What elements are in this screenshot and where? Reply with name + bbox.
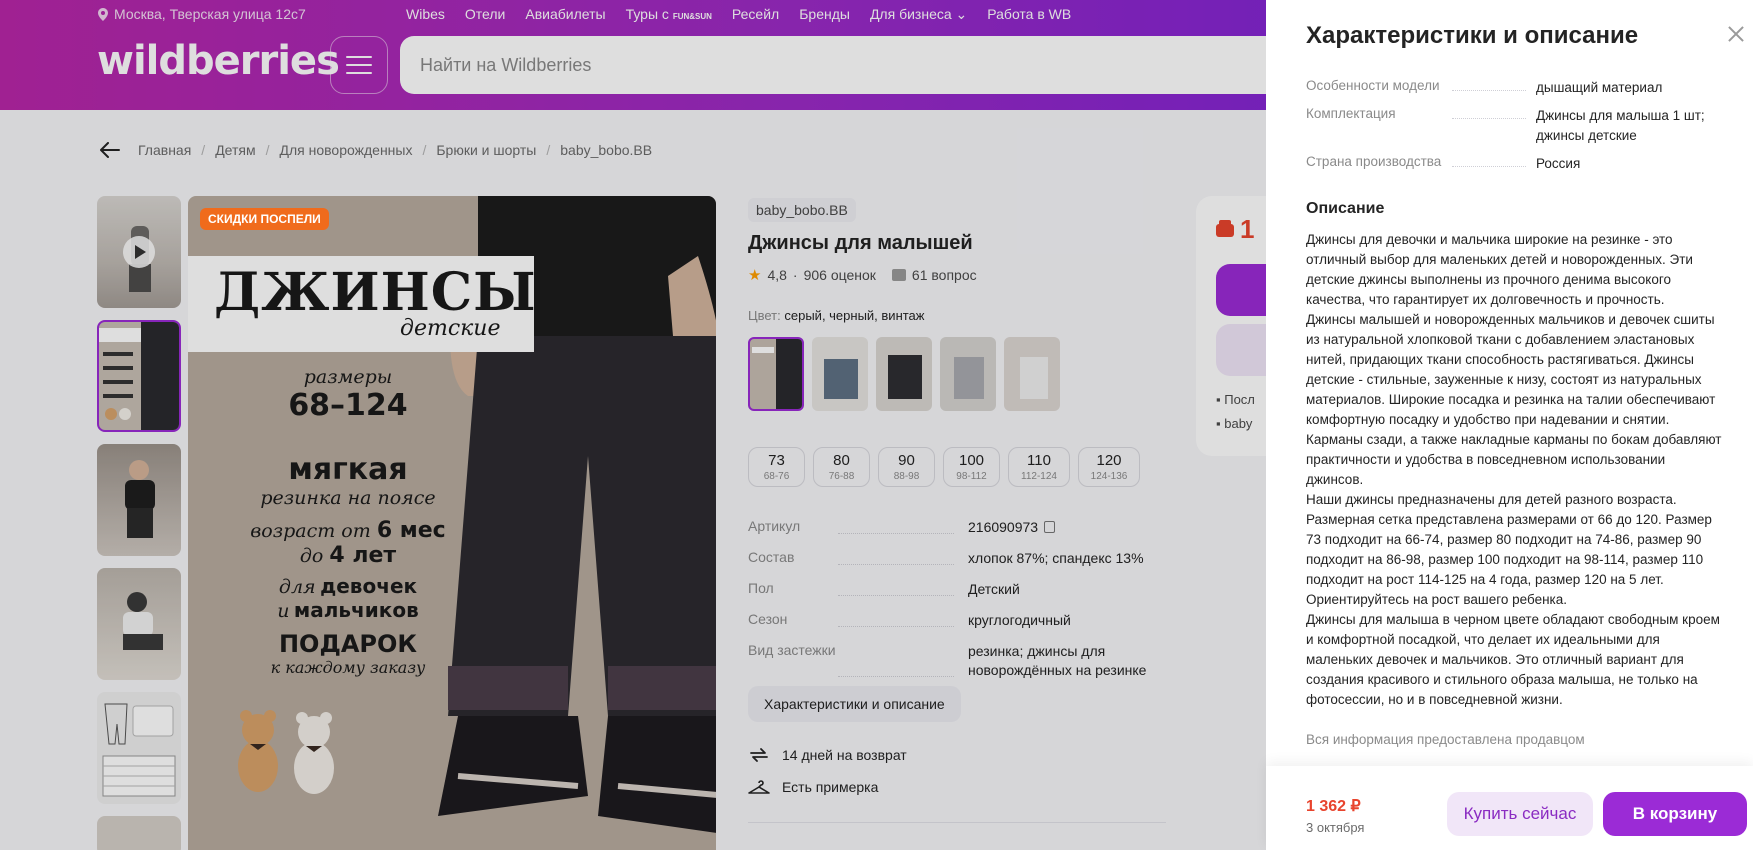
panel-spec-value: Россия: [1536, 156, 1581, 171]
footer-delivery-date: 3 октября: [1306, 820, 1365, 835]
panel-title: Характеристики и описание: [1306, 22, 1639, 49]
seller-note: Вся информация предоставлена продавцом: [1306, 732, 1585, 747]
panel-spec-key: Страна производства: [1306, 154, 1536, 174]
panel-spec-row: Особенности модели дышащий материал: [1306, 78, 1726, 98]
panel-spec-key: Особенности модели: [1306, 78, 1536, 98]
description-heading: Описание: [1306, 200, 1385, 217]
characteristics-panel: Характеристики и описание Особенности мо…: [1266, 0, 1753, 850]
close-icon[interactable]: [1728, 26, 1744, 42]
panel-spec-row: Страна производства Россия: [1306, 154, 1726, 174]
panel-spec-row: Комплектация Джинсы для малыша 1 шт; джин…: [1306, 106, 1726, 146]
panel-spec-value: дышащий материал: [1536, 80, 1663, 95]
description-text: Джинсы для девочки и мальчика широкие на…: [1306, 232, 1722, 707]
sale-badge: СКИДКИ ПОСПЕЛИ: [200, 208, 329, 230]
footer-price: 1 362 ₽: [1306, 798, 1361, 815]
buy-now-button[interactable]: Купить сейчас: [1447, 792, 1593, 836]
modal-backdrop[interactable]: [0, 0, 1266, 850]
panel-footer: 1 362 ₽ 3 октября Купить сейчас В корзин…: [1266, 766, 1753, 850]
add-to-cart-button[interactable]: В корзину: [1603, 792, 1747, 836]
panel-spec-key: Комплектация: [1306, 106, 1536, 146]
panel-spec-value: Джинсы для малыша 1 шт; джинсы детские: [1536, 108, 1705, 143]
